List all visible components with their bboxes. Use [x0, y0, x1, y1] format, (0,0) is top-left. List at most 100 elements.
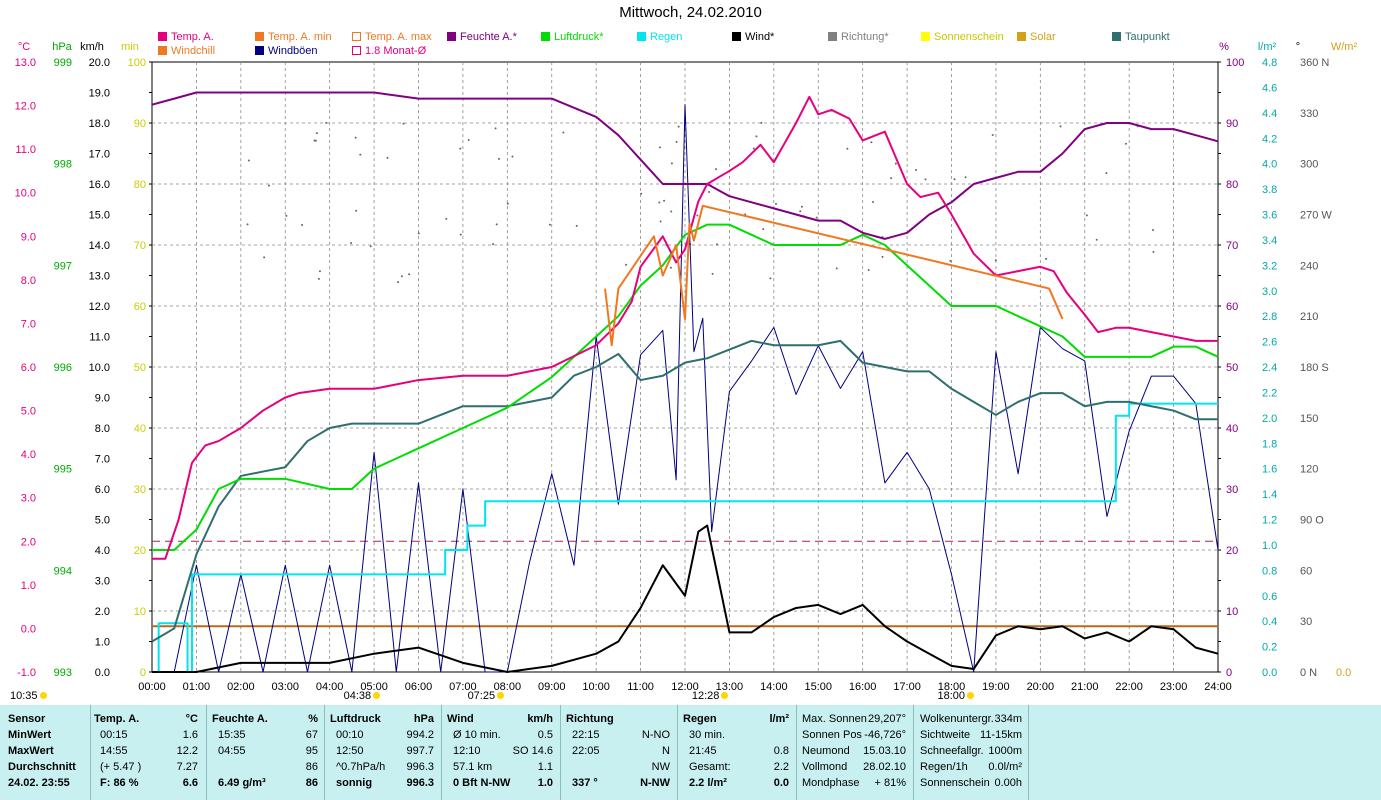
direction-point	[313, 139, 316, 142]
axis-tick-rain: 1.0	[1262, 540, 1277, 552]
axis-tick-rain: 3.6	[1262, 210, 1277, 222]
axis-tick-min: 0	[140, 667, 146, 679]
direction-point	[890, 177, 893, 180]
axis-tick-hpa: 994	[54, 565, 72, 577]
stats-header: Wind	[447, 713, 474, 725]
direction-point	[408, 273, 411, 276]
stats-cell: Sonnen Pos	[802, 729, 862, 741]
stats-cell: sonnig	[336, 777, 373, 789]
stats-cell: 22:15	[572, 729, 600, 741]
axis-tick-hpa: 995	[54, 464, 72, 476]
direction-point	[511, 155, 514, 158]
axis-tick-hpa: 998	[54, 159, 72, 171]
stats-value: -46,726°	[864, 729, 906, 741]
axis-tick-temp: 6.0	[21, 362, 36, 374]
stats-value: 95	[305, 745, 318, 757]
direction-point	[870, 141, 873, 144]
direction-point	[872, 200, 875, 203]
stats-header: Feuchte A.	[212, 713, 268, 725]
direction-point	[325, 121, 328, 124]
axis-tick-deg: 60	[1300, 565, 1312, 577]
axis-tick-rain: 1.6	[1262, 464, 1277, 476]
stats-row-label: Durchschnitt	[8, 761, 76, 773]
stats-cell: 337 °	[572, 777, 598, 789]
axis-tick-kmh: 2.0	[95, 606, 110, 618]
direction-point	[658, 201, 661, 204]
stats-cell: 00:10	[336, 729, 364, 741]
axis-unit-left: min	[121, 41, 139, 53]
direction-point	[369, 245, 372, 248]
direction-point	[1152, 250, 1155, 253]
stats-value: 0.8	[773, 745, 789, 757]
axis-tick-kmh: 7.0	[95, 454, 110, 466]
axis-tick-rain: 3.2	[1262, 260, 1277, 272]
axis-tick-pct: 60	[1226, 301, 1238, 313]
stats-value: 29,207°	[867, 713, 906, 725]
axis-tick-min: 20	[134, 545, 146, 557]
direction-point	[774, 202, 777, 205]
axis-tick-deg: 120	[1300, 464, 1318, 476]
stats-value: 994.2	[406, 729, 434, 741]
stats-unit: %	[308, 713, 318, 725]
direction-point	[445, 217, 448, 220]
stats-cell: Mondphase	[802, 777, 860, 789]
axis-tick-rain: 4.2	[1262, 133, 1277, 145]
direction-point	[799, 210, 802, 213]
axis-tick-min: 100	[128, 57, 146, 69]
axis-tick-rain: 3.4	[1262, 235, 1277, 247]
stats-value: 996.3	[406, 761, 434, 773]
axis-tick-kmh: 15.0	[89, 210, 110, 222]
axis-tick-kmh: 12.0	[89, 301, 110, 313]
stats-sun-column: Max. Sonnen 29,207° Sonnen Pos -46,726° Neum…	[802, 711, 906, 791]
axis-unit-right: l/m²	[1258, 41, 1277, 53]
stats-cell: 57.1 km	[453, 761, 493, 773]
stats-cloud-column: Wolkenuntergr. 334m Sichtweite 11-15km Schne…	[920, 711, 1022, 791]
stats-divider	[913, 705, 914, 800]
stats-value: 2.2	[773, 761, 789, 773]
stats-unit: l/m²	[769, 713, 789, 725]
axis-tick-deg: 150	[1300, 413, 1318, 425]
axis-tick-temp: 9.0	[21, 231, 36, 243]
sun-icon	[497, 692, 505, 699]
direction-point	[867, 268, 870, 271]
axis-tick-min: 70	[134, 240, 146, 252]
direction-point	[359, 153, 362, 156]
axis-tick-min: 40	[134, 423, 146, 435]
stats-value: 996.3	[406, 777, 434, 789]
stats-rain-column: Regen l/m² 30 min. 21:45 0.8 Gesamt: 2.2 2.2 l/…	[683, 711, 789, 791]
stats-temp-column: Temp. A. °C 00:15 1.6 14:55 12.2 (+ 5.47 ) 7.27…	[94, 711, 198, 791]
axis-tick-temp: -1.0	[17, 667, 36, 679]
direction-point	[402, 122, 405, 125]
stats-cell: Sonnenschein	[920, 777, 990, 789]
axis-tick-deg: 30	[1300, 616, 1312, 628]
direction-point	[625, 263, 628, 266]
axis-tick-pct: 80	[1226, 179, 1238, 191]
axis-tick-kmh: 6.0	[95, 484, 110, 496]
time-marker: 07:25	[468, 690, 505, 702]
axis-tick-kmh: 16.0	[89, 179, 110, 191]
axis-tick-pct: 100	[1226, 57, 1244, 69]
stats-direction-column: Richtung 22:15 N-NO 22:05 N NW 337 ° N-NW	[566, 711, 670, 791]
stats-cell: (+ 5.47 )	[100, 761, 142, 773]
direction-point	[1124, 142, 1127, 145]
direction-point	[640, 192, 643, 195]
stats-row-label: Sensor	[8, 713, 46, 725]
stats-value: 1.6	[182, 729, 198, 741]
stats-divider	[206, 705, 207, 800]
axis-tick-pct: 30	[1226, 484, 1238, 496]
axis-tick-kmh: 3.0	[95, 576, 110, 588]
direction-point	[386, 156, 389, 159]
stats-divider	[441, 705, 442, 800]
axis-unit-left: hPa	[52, 41, 72, 53]
stats-divider	[324, 705, 325, 800]
stats-value: 86	[305, 761, 318, 773]
stats-cell: 12:10	[453, 745, 481, 757]
stats-cell: 0 Bft N-NW	[453, 777, 511, 789]
direction-point	[715, 243, 718, 246]
stats-unit: °C	[185, 713, 198, 725]
axis-tick-deg: 0 N	[1300, 667, 1317, 679]
axis-tick-rain: 1.8	[1262, 438, 1277, 450]
stats-divider	[1028, 705, 1029, 800]
direction-point	[708, 191, 711, 194]
axis-tick-rain: 0.8	[1262, 565, 1277, 577]
